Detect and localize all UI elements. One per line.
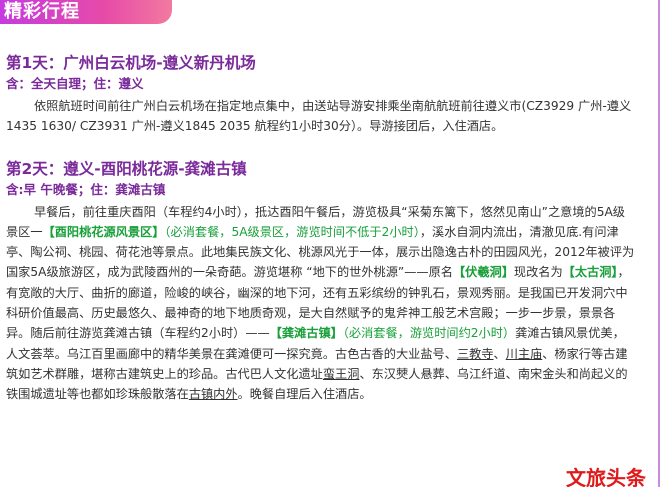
day2-text-9: 。晚餐自理后入住酒店。 bbox=[237, 387, 372, 402]
attraction-note-2: （必消套餐，游览时间约2小时） bbox=[342, 326, 516, 341]
itinerary-content: 第1天：广州白云机场-遵义新丹机场 含：全天自理；住：遵义 依照航班时间前往广州… bbox=[6, 53, 636, 405]
day2-text-6: 、 bbox=[493, 346, 506, 361]
section-title: 精彩行程 bbox=[4, 1, 80, 22]
day1-text: 依照航班时间前往广州白云机场在指定地点集中，由送站导游安排乘坐南航航班前往遵义市… bbox=[6, 99, 632, 134]
attraction-gongtan-town: 【龚滩古镇】 bbox=[269, 326, 343, 341]
day1-block: 第1天：广州白云机场-遵义新丹机场 含：全天自理；住：遵义 依照航班时间前往广州… bbox=[6, 53, 636, 137]
day1-paragraph: 依照航班时间前往广州白云机场在指定地点集中，由送站导游安排乘坐南航航班前往遵义市… bbox=[6, 96, 636, 137]
link-chuanzhu-temple[interactable]: 川主庙 bbox=[506, 347, 543, 361]
attraction-taohuayuan: 【酉阳桃花源风景区】 bbox=[42, 224, 165, 239]
link-sanjiao-temple[interactable]: 三教寺 bbox=[457, 347, 494, 361]
day2-title: 第2天：遵义-酉阳桃花源-龚滩古镇 bbox=[6, 159, 247, 178]
day1-meta: 含：全天自理；住：遵义 bbox=[6, 76, 144, 91]
section-banner: 精彩行程 bbox=[0, 0, 172, 24]
day2-text-3: 现改名为 bbox=[513, 265, 563, 280]
link-town-area[interactable]: 古镇内外 bbox=[189, 387, 238, 401]
attraction-fuxi-cave: 【伏羲洞】 bbox=[452, 265, 514, 280]
attraction-note-1: （必消套餐，5A级景区，游览时间不低于2小时） bbox=[164, 224, 420, 239]
day2-paragraph: 早餐后，前往重庆酉阳（车程约4小时），抵达酉阳午餐后，游览极具“采菊东篱下，悠然… bbox=[6, 202, 636, 405]
attraction-taigu-cave: 【太古洞】 bbox=[562, 265, 618, 280]
day2-meta: 含:早 午晚餐；住：龚滩古镇 bbox=[6, 181, 166, 197]
right-divider bbox=[658, 0, 660, 487]
day2-block: 第2天：遵义-酉阳桃花源-龚滩古镇 含:早 午晚餐；住：龚滩古镇 早餐后，前往重… bbox=[6, 159, 636, 405]
watermark-logo: 文旅头条 bbox=[566, 466, 646, 487]
day1-title: 第1天：广州白云机场-遵义新丹机场 bbox=[6, 54, 256, 72]
link-manwang-cave[interactable]: 蛮王洞 bbox=[323, 367, 360, 381]
